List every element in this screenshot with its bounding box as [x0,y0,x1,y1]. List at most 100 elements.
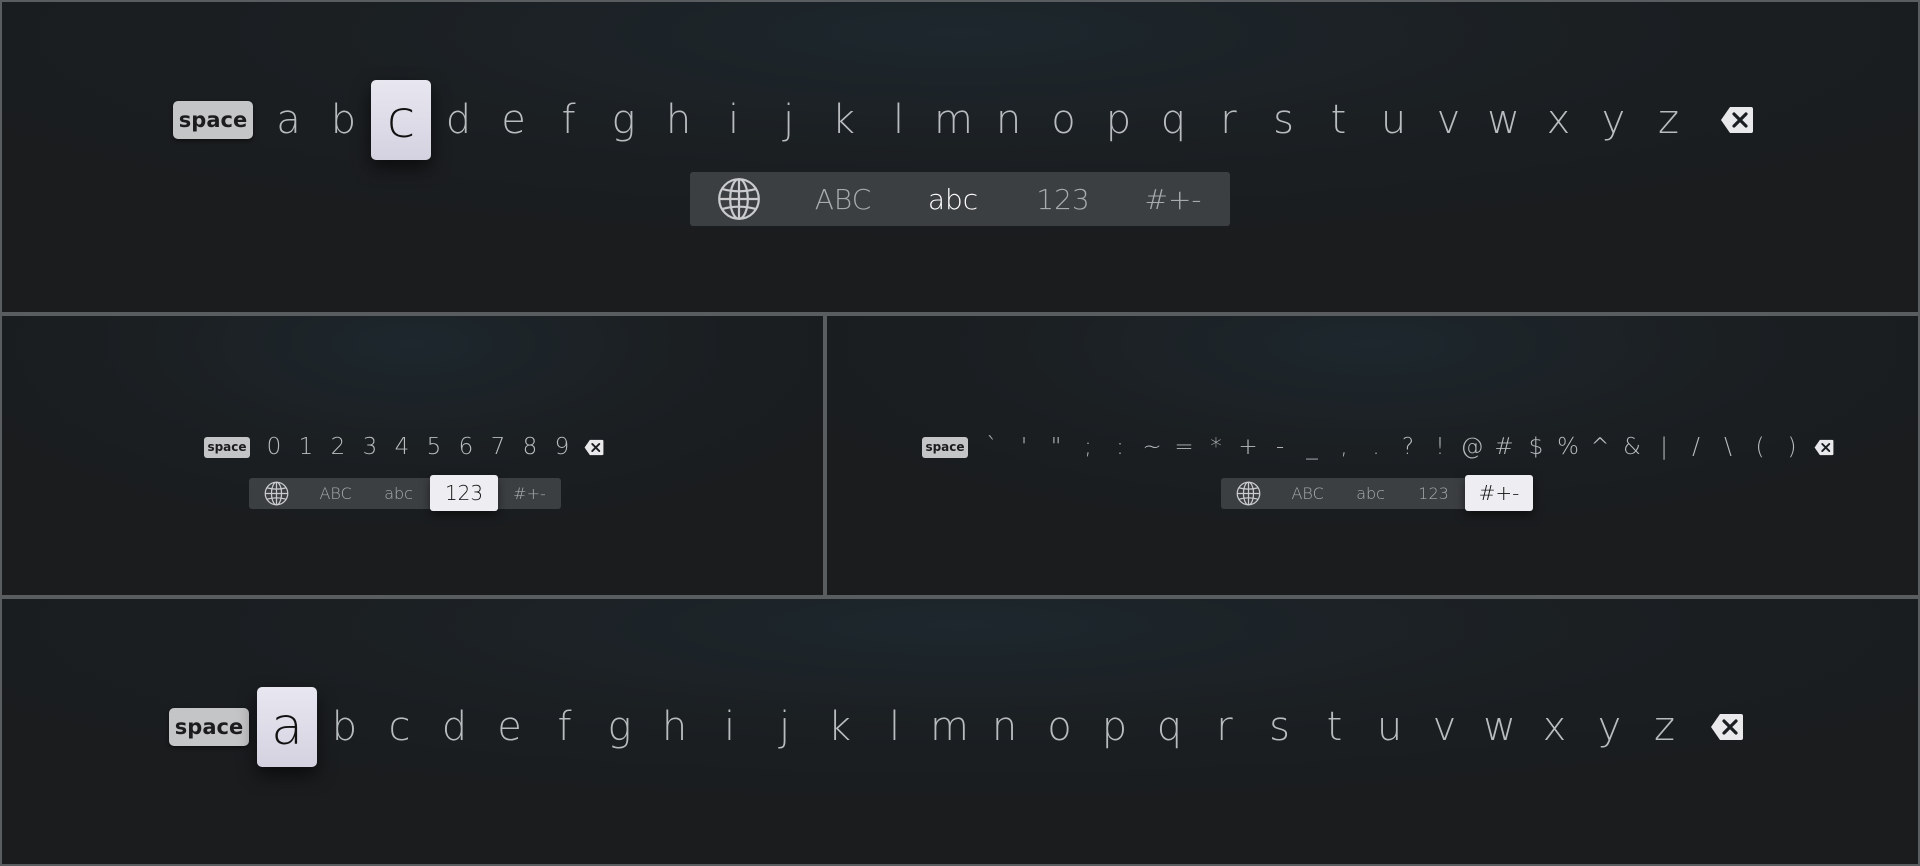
mode-uppercase[interactable]: ABC [304,478,367,509]
key[interactable]: e [486,80,541,160]
key[interactable]: b [316,80,371,160]
key[interactable]: 2 [322,432,354,462]
mode-symbols[interactable]: #+- [1465,475,1533,511]
mode-numbers[interactable]: 123 [430,475,498,511]
mode-globe[interactable] [690,172,788,226]
key[interactable]: s [1252,687,1307,767]
key[interactable]: $ [1520,432,1552,462]
key[interactable]: " [1040,432,1072,462]
key[interactable]: 0 [258,432,290,462]
mode-symbols[interactable]: #+- [498,478,561,509]
mode-globe[interactable] [249,478,304,509]
key[interactable]: g [592,687,647,767]
key[interactable]: ; [1072,432,1104,462]
key[interactable]: p [1091,80,1146,160]
key[interactable]: e [482,687,537,767]
key[interactable]: 1 [290,432,322,462]
key[interactable]: = [1168,432,1200,462]
key[interactable]: b [317,687,372,767]
key[interactable]: ? [1392,432,1424,462]
key[interactable]: i [706,80,761,160]
key[interactable]: 8 [514,432,546,462]
key[interactable]: x [1531,80,1586,160]
key[interactable]: 5 [418,432,450,462]
key[interactable]: # [1488,432,1520,462]
key[interactable]: k [812,687,867,767]
key[interactable]: j [757,687,812,767]
key[interactable]: g [596,80,651,160]
mode-numbers[interactable]: 123 [1402,478,1465,509]
key[interactable]: _ [1296,432,1328,462]
key[interactable]: v [1421,80,1476,160]
key[interactable]: v [1417,687,1472,767]
space-key[interactable]: space [204,436,250,458]
key[interactable]: u [1362,687,1417,767]
mode-uppercase[interactable]: ABC [788,172,898,226]
key[interactable]: . [1360,432,1392,462]
key[interactable]: / [1680,432,1712,462]
key[interactable]: * [1200,432,1232,462]
key[interactable]: j [761,80,816,160]
key[interactable]: ! [1424,432,1456,462]
key[interactable]: z [1637,687,1692,767]
key[interactable]: c [372,687,427,767]
key[interactable]: , [1328,432,1360,462]
key[interactable]: + [1232,432,1264,462]
key[interactable]: - [1264,432,1296,462]
key[interactable]: s [1256,80,1311,160]
key[interactable]: : [1104,432,1136,462]
key[interactable]: m [922,687,977,767]
key[interactable]: t [1307,687,1362,767]
key[interactable]: 6 [450,432,482,462]
mode-lowercase[interactable]: abc [367,478,430,509]
key[interactable]: q [1142,687,1197,767]
key[interactable]: o [1036,80,1091,160]
key[interactable]: ( [1744,432,1776,462]
key[interactable]: ' [1008,432,1040,462]
key[interactable]: w [1472,687,1527,767]
key[interactable]: p [1087,687,1142,767]
key[interactable]: 7 [482,432,514,462]
key[interactable]: u [1366,80,1421,160]
key[interactable]: x [1527,687,1582,767]
key[interactable]: h [647,687,702,767]
key[interactable]: l [867,687,922,767]
key[interactable]: w [1476,80,1531,160]
key-focused[interactable]: a [257,687,317,767]
key[interactable]: n [981,80,1036,160]
key[interactable]: 4 [386,432,418,462]
key[interactable]: i [702,687,757,767]
mode-numbers[interactable]: 123 [1008,172,1118,226]
key[interactable]: l [871,80,926,160]
mode-uppercase[interactable]: ABC [1276,478,1339,509]
key[interactable]: m [926,80,981,160]
key[interactable]: 9 [546,432,578,462]
key[interactable]: k [816,80,871,160]
key[interactable]: f [541,80,596,160]
key[interactable]: @ [1456,432,1488,462]
delete-key[interactable] [1814,439,1834,456]
key[interactable]: d [431,80,486,160]
key[interactable]: ) [1776,432,1808,462]
mode-globe[interactable] [1221,478,1276,509]
key[interactable]: r [1201,80,1256,160]
key[interactable]: ~ [1136,432,1168,462]
key[interactable]: ` [976,432,1008,462]
mode-lowercase[interactable]: abc [898,172,1008,226]
key[interactable]: & [1616,432,1648,462]
key[interactable]: f [537,687,592,767]
mode-symbols[interactable]: #+- [1118,172,1228,226]
space-key[interactable]: space [169,708,249,746]
key[interactable]: | [1648,432,1680,462]
delete-key[interactable] [1710,713,1744,741]
key[interactable]: z [1641,80,1696,160]
key[interactable]: y [1582,687,1637,767]
mode-lowercase[interactable]: abc [1339,478,1402,509]
key[interactable]: o [1032,687,1087,767]
key[interactable]: q [1146,80,1201,160]
key[interactable]: r [1197,687,1252,767]
key[interactable]: y [1586,80,1641,160]
space-key[interactable]: space [922,436,968,458]
space-key[interactable]: space [173,101,253,139]
key[interactable]: % [1552,432,1584,462]
